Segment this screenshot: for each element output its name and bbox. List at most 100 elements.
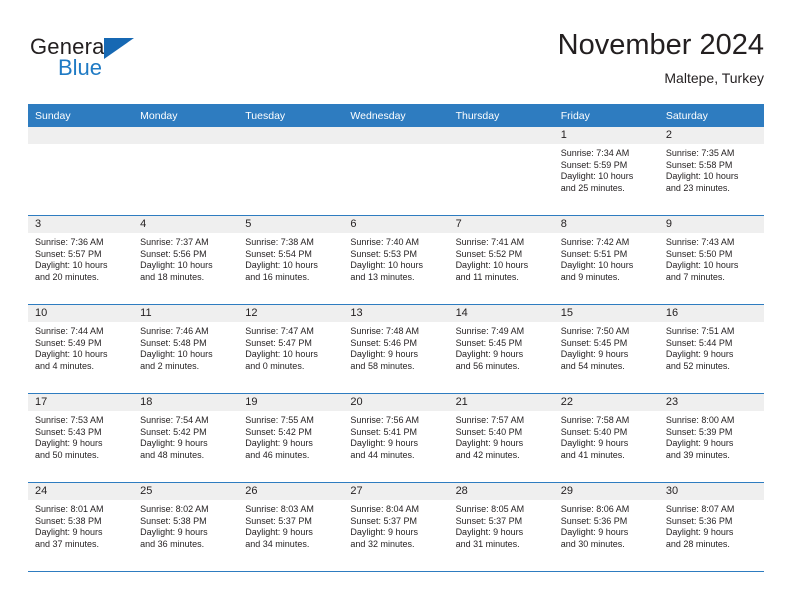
- day-number: 16: [658, 305, 764, 322]
- sunrise-line: Sunrise: 7:40 AM: [350, 237, 419, 247]
- day-number: [238, 127, 344, 144]
- calendar-day-cell[interactable]: 19 Sunrise: 7:55 AM Sunset: 5:42 PM Dayligh…: [238, 393, 344, 483]
- daylight-line-2: and 46 minutes.: [245, 449, 310, 460]
- day-detail-text: [238, 144, 343, 148]
- daylight-line-1: Daylight: 10 hours: [455, 260, 529, 271]
- day-number: 25: [133, 483, 239, 500]
- sunrise-line: Sunrise: 8:04 AM: [350, 504, 419, 514]
- day-detail-text: Sunrise: 7:49 AM Sunset: 5:45 PM Daylight:…: [449, 322, 554, 372]
- daylight-line-1: Daylight: 9 hours: [665, 527, 734, 538]
- sunset-line: Sunset: 5:45 PM: [455, 337, 523, 348]
- day-detail-text: Sunrise: 8:04 AM Sunset: 5:37 PM Daylight:…: [343, 500, 448, 550]
- calendar-day-cell[interactable]: 11 Sunrise: 7:46 AM Sunset: 5:48 PM Dayligh…: [133, 304, 239, 394]
- sunset-line: Sunset: 5:46 PM: [350, 337, 417, 348]
- sunset-line: Sunset: 5:50 PM: [665, 248, 733, 259]
- calendar-day-cell[interactable]: 9 Sunrise: 7:43 AM Sunset: 5:50 PM Daylight…: [658, 215, 764, 305]
- day-detail-text: Sunrise: 7:38 AM Sunset: 5:54 PM Daylight:…: [238, 233, 343, 283]
- day-detail-text: Sunrise: 8:06 AM Sunset: 5:36 PM Daylight:…: [554, 500, 659, 550]
- sunrise-line: Sunrise: 8:01 AM: [35, 504, 104, 514]
- sunrise-line: Sunrise: 7:41 AM: [455, 237, 525, 247]
- calendar-day-cell[interactable]: 10 Sunrise: 7:44 AM Sunset: 5:49 PM Dayligh…: [28, 304, 134, 394]
- day-detail-text: [133, 144, 238, 148]
- calendar-day-cell[interactable]: 29 Sunrise: 8:06 AM Sunset: 5:36 PM Dayligh…: [553, 482, 659, 572]
- calendar-day-cell[interactable]: 6 Sunrise: 7:40 AM Sunset: 5:53 PM Daylight…: [343, 215, 449, 305]
- calendar-day-cell[interactable]: 8 Sunrise: 7:42 AM Sunset: 5:51 PM Daylight…: [553, 215, 659, 305]
- day-detail-text: Sunrise: 7:44 AM Sunset: 5:49 PM Daylight:…: [28, 322, 133, 372]
- sunrise-line: Sunrise: 7:53 AM: [35, 415, 104, 425]
- daylight-line-2: and 48 minutes.: [140, 449, 205, 460]
- sunrise-line: Sunrise: 7:50 AM: [560, 326, 630, 336]
- calendar-page: General Blue November 2024 Maltepe, Turk…: [0, 0, 792, 612]
- sunset-line: Sunset: 5:48 PM: [140, 337, 207, 348]
- day-detail-text: Sunrise: 7:42 AM Sunset: 5:51 PM Daylight:…: [554, 233, 659, 283]
- calendar-day-cell-empty: [343, 127, 449, 216]
- day-number: 28: [448, 483, 554, 500]
- day-number: 1: [553, 127, 659, 144]
- day-number: 6: [343, 216, 449, 233]
- daylight-line-2: and 56 minutes.: [455, 360, 520, 371]
- sunrise-line: Sunrise: 8:07 AM: [665, 504, 735, 514]
- calendar-day-cell[interactable]: 30 Sunrise: 8:07 AM Sunset: 5:36 PM Dayligh…: [658, 482, 764, 572]
- day-detail-text: Sunrise: 7:54 AM Sunset: 5:42 PM Daylight:…: [133, 411, 238, 461]
- sunset-line: Sunset: 5:36 PM: [665, 515, 733, 526]
- weekday-header-row: Sunday Monday Tuesday Wednesday Thursday Frid…: [28, 104, 764, 127]
- day-number: [133, 127, 239, 144]
- sunset-line: Sunset: 5:41 PM: [350, 426, 417, 437]
- day-detail-text: Sunrise: 7:51 AM Sunset: 5:44 PM Daylight:…: [659, 322, 764, 372]
- daylight-line-2: and 20 minutes.: [35, 271, 100, 282]
- calendar-day-cell[interactable]: 15 Sunrise: 7:50 AM Sunset: 5:45 PM Dayligh…: [553, 304, 659, 394]
- calendar-day-cell[interactable]: 20 Sunrise: 7:56 AM Sunset: 5:41 PM Dayligh…: [343, 393, 449, 483]
- calendar-day-cell[interactable]: 27 Sunrise: 8:04 AM Sunset: 5:37 PM Dayligh…: [343, 482, 449, 572]
- day-detail-text: Sunrise: 7:58 AM Sunset: 5:40 PM Daylight:…: [554, 411, 659, 461]
- day-detail-text: Sunrise: 7:57 AM Sunset: 5:40 PM Daylight:…: [449, 411, 554, 461]
- calendar-day-cell[interactable]: 25 Sunrise: 8:02 AM Sunset: 5:38 PM Dayligh…: [133, 482, 239, 572]
- calendar-day-cell[interactable]: 5 Sunrise: 7:38 AM Sunset: 5:54 PM Daylight…: [238, 215, 344, 305]
- daylight-line-1: Daylight: 9 hours: [350, 438, 418, 449]
- weekday-header-wednesday: Wednesday: [343, 104, 449, 127]
- calendar-day-cell[interactable]: 1 Sunrise: 7:34 AM Sunset: 5:59 PM Daylight…: [553, 127, 659, 216]
- sunrise-line: Sunrise: 7:34 AM: [560, 148, 630, 158]
- day-number: 11: [133, 305, 239, 322]
- calendar-day-cell-empty: [238, 127, 344, 216]
- calendar-day-cell[interactable]: 12 Sunrise: 7:47 AM Sunset: 5:47 PM Dayligh…: [238, 304, 344, 394]
- day-detail-text: [343, 144, 448, 148]
- sunset-line: Sunset: 5:44 PM: [665, 337, 733, 348]
- calendar-day-cell[interactable]: 21 Sunrise: 7:57 AM Sunset: 5:40 PM Dayligh…: [448, 393, 554, 483]
- calendar-day-cell[interactable]: 14 Sunrise: 7:49 AM Sunset: 5:45 PM Dayligh…: [448, 304, 554, 394]
- day-detail-text: Sunrise: 7:46 AM Sunset: 5:48 PM Daylight:…: [133, 322, 238, 372]
- day-detail-text: Sunrise: 7:35 AM Sunset: 5:58 PM Daylight:…: [659, 144, 764, 194]
- calendar-day-cell[interactable]: 7 Sunrise: 7:41 AM Sunset: 5:52 PM Daylight…: [448, 215, 554, 305]
- calendar-day-cell[interactable]: 4 Sunrise: 7:37 AM Sunset: 5:56 PM Daylight…: [133, 215, 239, 305]
- day-number: 12: [238, 305, 344, 322]
- calendar-day-cell[interactable]: 2 Sunrise: 7:35 AM Sunset: 5:58 PM Daylight…: [658, 127, 764, 216]
- calendar-day-cell[interactable]: 17 Sunrise: 7:53 AM Sunset: 5:43 PM Dayligh…: [28, 393, 134, 483]
- day-number: 13: [343, 305, 449, 322]
- calendar-day-cell[interactable]: 28 Sunrise: 8:05 AM Sunset: 5:37 PM Dayligh…: [448, 482, 554, 572]
- day-number: 18: [133, 394, 239, 411]
- daylight-line-2: and 34 minutes.: [245, 538, 310, 549]
- day-number: 23: [658, 394, 764, 411]
- calendar-day-cell[interactable]: 18 Sunrise: 7:54 AM Sunset: 5:42 PM Dayligh…: [133, 393, 239, 483]
- day-number: 7: [448, 216, 554, 233]
- weekday-header-sunday: Sunday: [28, 104, 134, 127]
- calendar-day-cell[interactable]: 24 Sunrise: 8:01 AM Sunset: 5:38 PM Dayligh…: [28, 482, 134, 572]
- daylight-line-1: Daylight: 10 hours: [245, 260, 318, 271]
- brand-name-blue: Blue: [58, 55, 103, 80]
- daylight-line-1: Daylight: 10 hours: [560, 171, 634, 182]
- daylight-line-1: Daylight: 9 hours: [455, 438, 524, 449]
- calendar-day-cell[interactable]: 3 Sunrise: 7:36 AM Sunset: 5:57 PM Daylight…: [28, 215, 134, 305]
- daylight-line-2: and 30 minutes.: [560, 538, 625, 549]
- daylight-line-2: and 11 minutes.: [455, 271, 519, 282]
- calendar-day-cell[interactable]: 22 Sunrise: 7:58 AM Sunset: 5:40 PM Dayligh…: [553, 393, 659, 483]
- calendar-day-cell[interactable]: 26 Sunrise: 8:03 AM Sunset: 5:37 PM Dayligh…: [238, 482, 344, 572]
- brand-logo[interactable]: General Blue: [30, 34, 230, 92]
- calendar-day-cell[interactable]: 13 Sunrise: 7:48 AM Sunset: 5:46 PM Dayligh…: [343, 304, 449, 394]
- daylight-line-2: and 28 minutes.: [665, 538, 730, 549]
- daylight-line-2: and 36 minutes.: [140, 538, 205, 549]
- calendar-day-cell[interactable]: 23 Sunrise: 8:00 AM Sunset: 5:39 PM Dayligh…: [658, 393, 764, 483]
- sunrise-line: Sunrise: 7:36 AM: [35, 237, 104, 247]
- daylight-line-2: and 50 minutes.: [35, 449, 100, 460]
- day-detail-text: [449, 144, 554, 148]
- calendar-day-cell[interactable]: 16 Sunrise: 7:51 AM Sunset: 5:44 PM Dayligh…: [658, 304, 764, 394]
- calendar-week-row: 3 Sunrise: 7:36 AM Sunset: 5:57 PM Daylight…: [28, 215, 764, 305]
